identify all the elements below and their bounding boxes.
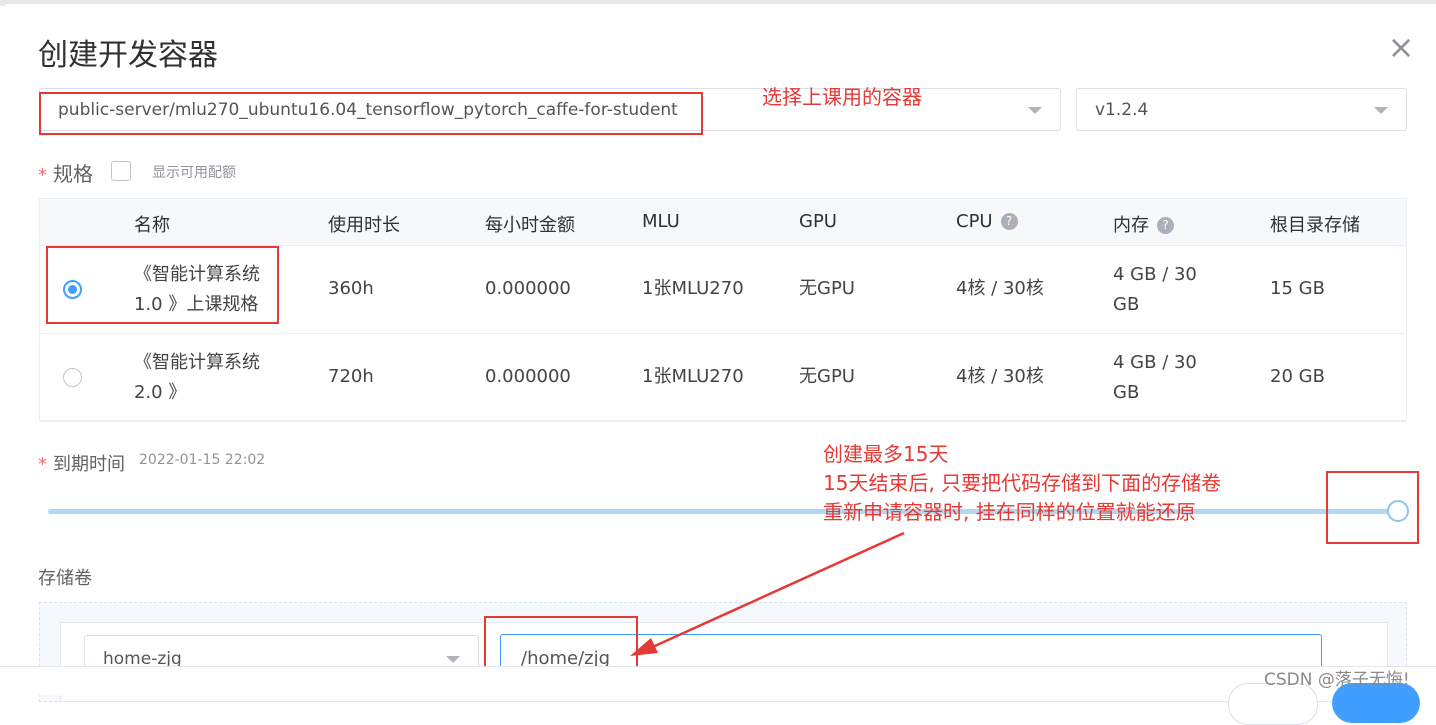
annotation-arrow bbox=[630, 531, 905, 656]
dialog-footer bbox=[0, 667, 1436, 695]
watermark: CSDN @落子无悔! bbox=[1264, 670, 1410, 690]
